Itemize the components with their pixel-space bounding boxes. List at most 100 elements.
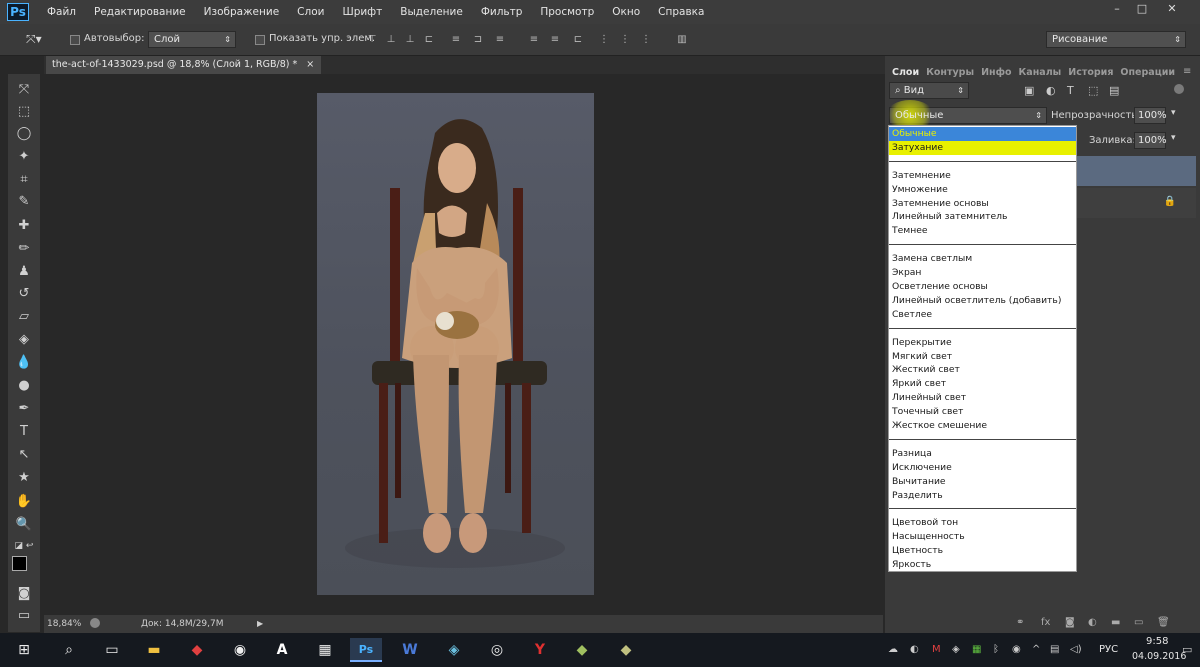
blend-mode-option[interactable]: Линейный затемнитель [889, 210, 1076, 224]
tray-app-icon[interactable]: ◐ [910, 644, 919, 655]
tab-layers[interactable]: Слои [892, 66, 919, 80]
blend-mode-option[interactable]: Разделить [889, 489, 1076, 503]
blend-mode-option[interactable]: Затемнение [889, 169, 1076, 183]
move-tool-icon[interactable]: ⤧▾ [26, 32, 42, 47]
distribute-spacing-icon[interactable]: ⋮ [640, 34, 652, 45]
language-indicator[interactable]: РУС [1099, 644, 1118, 655]
blend-mode-option[interactable]: Вычитание [889, 475, 1076, 489]
distribute-right-icon[interactable]: ⋮ [619, 34, 631, 45]
maximize-button[interactable]: □ [1130, 2, 1154, 16]
auto-align-icon[interactable]: ▥ [676, 34, 688, 45]
opacity-slider-icon[interactable]: ▾ [1171, 108, 1176, 118]
blend-mode-option[interactable]: Точечный свет [889, 405, 1076, 419]
blend-mode-option[interactable]: Разница [889, 447, 1076, 461]
move-tool-icon[interactable]: ⤧ [12, 80, 36, 100]
fill-slider-icon[interactable]: ▾ [1171, 133, 1176, 143]
blend-mode-option[interactable]: Светлее [889, 308, 1076, 322]
filter-pixel-icon[interactable]: ▣ [1024, 84, 1034, 97]
zoom-level[interactable]: 18,84% [47, 619, 81, 629]
font-app-icon[interactable]: A [270, 638, 294, 662]
crop-tool-icon[interactable]: ⌗ [12, 170, 36, 190]
link-layers-icon[interactable]: ⚭ [1016, 617, 1024, 628]
blend-mode-option[interactable]: Линейный осветлитель (добавить) [889, 294, 1076, 308]
blend-mode-option[interactable]: Темнее [889, 224, 1076, 238]
distribute-left-icon[interactable]: ⊏ [572, 34, 584, 45]
tab-actions[interactable]: Операции [1120, 66, 1175, 80]
lasso-tool-icon[interactable]: ◯ [12, 124, 36, 144]
blend-mode-option[interactable]: Осветление основы [889, 280, 1076, 294]
healing-brush-icon[interactable]: ✚ [12, 216, 36, 236]
blend-mode-option[interactable]: Яркий свет [889, 377, 1076, 391]
close-tab-icon[interactable]: × [306, 59, 314, 70]
minimize-button[interactable]: – [1105, 2, 1129, 16]
screen-mode-icon[interactable]: ▭ [12, 606, 36, 626]
notifications-icon[interactable]: ▭ [1182, 643, 1192, 656]
clock-time[interactable]: 9:58 [1146, 636, 1168, 647]
document-tab[interactable]: the-act-of-1433029.psd @ 18,8% (Слой 1, … [46, 56, 321, 74]
tray-app-icon[interactable]: ◈ [952, 644, 960, 655]
blend-mode-option[interactable]: Исключение [889, 461, 1076, 475]
eyedropper-icon[interactable]: ✎ [12, 192, 36, 212]
bluetooth-icon[interactable]: ᛒ [993, 644, 999, 655]
clock-date[interactable]: 04.09.2016 [1132, 651, 1186, 662]
align-left-icon[interactable]: ⊏ [423, 34, 435, 45]
opacity-input[interactable]: 100% [1134, 107, 1167, 124]
info-icon[interactable] [90, 618, 100, 628]
app-icon[interactable]: ◆ [614, 638, 638, 662]
app-icon[interactable]: ◈ [442, 638, 466, 662]
blend-mode-option[interactable]: Умножение [889, 183, 1076, 197]
distribute-top-icon[interactable]: ≡ [494, 34, 506, 45]
tray-app-icon[interactable]: M [932, 644, 941, 655]
volume-icon[interactable]: ◁) [1070, 644, 1082, 655]
shape-tool-icon[interactable]: ★ [12, 468, 36, 488]
menu-edit[interactable]: Редактирование [94, 6, 186, 18]
blend-mode-option[interactable]: Перекрытие [889, 336, 1076, 350]
adjustment-layer-icon[interactable]: ◐ [1088, 617, 1097, 628]
tab-channels[interactable]: Каналы [1019, 66, 1062, 80]
blend-mode-option[interactable]: Затемнение основы [889, 197, 1076, 211]
search-icon[interactable]: ⌕ [57, 638, 81, 662]
tray-app-icon[interactable]: ◉ [1012, 644, 1021, 655]
distribute-hcenter-icon[interactable]: ⋮ [598, 34, 610, 45]
yandex-browser-icon[interactable]: Y [528, 638, 552, 662]
tray-chevron-icon[interactable]: ^ [1032, 644, 1040, 655]
align-right-icon[interactable]: ⊐ [472, 34, 484, 45]
workspace-select[interactable]: Рисование ⇕ [1046, 31, 1186, 48]
blend-mode-option[interactable]: Затухание [889, 140, 1076, 155]
document-image[interactable] [317, 93, 594, 595]
filter-toggle-icon[interactable] [1174, 84, 1184, 94]
blend-mode-option[interactable]: Замена светлым [889, 252, 1076, 266]
fill-input[interactable]: 100% [1134, 132, 1167, 149]
filter-shape-icon[interactable]: ⬚ [1088, 84, 1098, 97]
distribute-vcenter-icon[interactable]: ≡ [528, 34, 540, 45]
menu-select[interactable]: Выделение [400, 6, 463, 18]
paint-bucket-icon[interactable]: ◈ [12, 330, 36, 350]
dodge-tool-icon[interactable]: ● [12, 376, 36, 396]
align-top-icon[interactable]: ⊤ [366, 34, 378, 45]
blend-mode-select[interactable]: Обычные ⇕ [886, 100, 1047, 130]
layer-filter-select[interactable]: ⌕ Вид ⇕ [889, 82, 969, 99]
filter-smart-object-icon[interactable]: ▤ [1109, 84, 1119, 97]
menu-window[interactable]: Окно [612, 6, 640, 18]
hand-tool-icon[interactable]: ✋ [12, 492, 36, 512]
zoom-tool-icon[interactable]: 🔍 [12, 515, 36, 535]
blur-tool-icon[interactable]: 💧 [12, 353, 36, 373]
file-explorer-icon[interactable]: ▬ [142, 638, 166, 662]
show-controls-checkbox[interactable] [255, 35, 265, 45]
swap-colors-icon[interactable]: ◪ ↩ [12, 536, 36, 556]
network-icon[interactable]: ▤ [1050, 644, 1059, 655]
new-layer-icon[interactable]: ▭ [1134, 617, 1143, 628]
autoselect-select[interactable]: Слой ⇕ [148, 31, 236, 48]
filter-type-icon[interactable]: T [1067, 84, 1074, 97]
align-hcenter-icon[interactable]: ≡ [450, 34, 462, 45]
distribute-bottom-icon[interactable]: ≡ [549, 34, 561, 45]
blend-mode-option[interactable]: Цветность [889, 544, 1076, 558]
blend-mode-option[interactable]: Цветовой тон [889, 516, 1076, 530]
menu-image[interactable]: Изображение [204, 6, 280, 18]
history-brush-icon[interactable]: ↺ [12, 284, 36, 304]
windows-start-icon[interactable]: ⊞ [12, 638, 36, 662]
blend-mode-option[interactable]: Насыщенность [889, 530, 1076, 544]
brush-tool-icon[interactable]: ✏ [12, 239, 36, 259]
calculator-icon[interactable]: ▦ [313, 638, 337, 662]
panel-menu-icon[interactable]: ≡ [1183, 66, 1191, 77]
